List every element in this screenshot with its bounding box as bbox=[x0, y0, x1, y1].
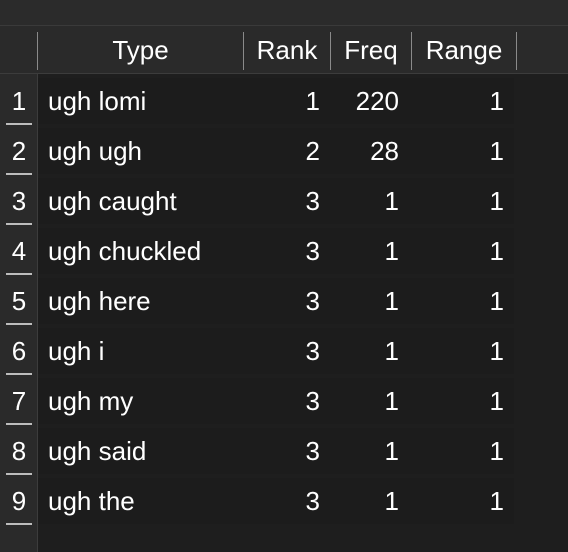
table-row[interactable]: 7 ugh my 3 1 1 bbox=[0, 376, 568, 426]
table-row[interactable]: 2 ugh ugh 2 28 1 bbox=[0, 126, 568, 176]
cell-range[interactable]: 1 bbox=[412, 276, 504, 326]
cell-freq[interactable]: 1 bbox=[331, 376, 399, 426]
cell-freq[interactable]: 1 bbox=[331, 176, 399, 226]
table-row[interactable]: 9 ugh the 3 1 1 bbox=[0, 476, 568, 526]
row-number: 1 bbox=[11, 86, 27, 116]
cell-rank[interactable]: 3 bbox=[244, 276, 320, 326]
table-row[interactable]: 3 ugh caught 3 1 1 bbox=[0, 176, 568, 226]
cell-range[interactable]: 1 bbox=[412, 326, 504, 376]
row-number: 8 bbox=[11, 436, 27, 466]
cell-type[interactable]: ugh ugh bbox=[48, 126, 243, 176]
cell-freq[interactable]: 28 bbox=[331, 126, 399, 176]
cell-rank[interactable]: 3 bbox=[244, 226, 320, 276]
row-number: 3 bbox=[11, 186, 27, 216]
cell-rank[interactable]: 3 bbox=[244, 476, 320, 526]
cell-rank[interactable]: 3 bbox=[244, 426, 320, 476]
cell-type[interactable]: ugh my bbox=[48, 376, 243, 426]
column-header-freq[interactable]: Freq bbox=[331, 26, 411, 74]
row-number: 5 bbox=[11, 286, 27, 316]
cell-type[interactable]: ugh chuckled bbox=[48, 226, 243, 276]
row-number: 7 bbox=[11, 386, 27, 416]
table-row[interactable]: 4 ugh chuckled 3 1 1 bbox=[0, 226, 568, 276]
cell-rank[interactable]: 2 bbox=[244, 126, 320, 176]
cell-type[interactable]: ugh here bbox=[48, 276, 243, 326]
cell-freq[interactable]: 1 bbox=[331, 276, 399, 326]
data-grid: Type Rank Freq Range 1 ugh lomi 1 220 1 … bbox=[0, 26, 568, 552]
cell-freq[interactable]: 1 bbox=[331, 326, 399, 376]
cell-type[interactable]: ugh lomi bbox=[48, 76, 243, 126]
cell-type[interactable]: ugh the bbox=[48, 476, 243, 526]
row-number: 4 bbox=[11, 236, 27, 266]
toolbar-strip bbox=[0, 0, 568, 26]
table-row[interactable]: 1 ugh lomi 1 220 1 bbox=[0, 76, 568, 126]
cell-rank[interactable]: 1 bbox=[244, 76, 320, 126]
cell-range[interactable]: 1 bbox=[412, 476, 504, 526]
table-row[interactable]: 5 ugh here 3 1 1 bbox=[0, 276, 568, 326]
cell-type[interactable]: ugh caught bbox=[48, 176, 243, 226]
column-header-type[interactable]: Type bbox=[38, 26, 243, 74]
cell-range[interactable]: 1 bbox=[412, 76, 504, 126]
column-header-range[interactable]: Range bbox=[412, 26, 516, 74]
table-row[interactable]: 6 ugh i 3 1 1 bbox=[0, 326, 568, 376]
row-number: 2 bbox=[11, 136, 27, 166]
cell-range[interactable]: 1 bbox=[412, 126, 504, 176]
grid-header: Type Rank Freq Range bbox=[0, 26, 568, 74]
column-header-rank[interactable]: Rank bbox=[244, 26, 330, 74]
cell-rank[interactable]: 3 bbox=[244, 326, 320, 376]
cell-freq[interactable]: 1 bbox=[331, 226, 399, 276]
cell-range[interactable]: 1 bbox=[412, 376, 504, 426]
cell-rank[interactable]: 3 bbox=[244, 176, 320, 226]
cell-type[interactable]: ugh i bbox=[48, 326, 243, 376]
cell-freq[interactable]: 1 bbox=[331, 426, 399, 476]
cell-freq[interactable]: 1 bbox=[331, 476, 399, 526]
cell-type[interactable]: ugh said bbox=[48, 426, 243, 476]
cell-range[interactable]: 1 bbox=[412, 226, 504, 276]
cell-range[interactable]: 1 bbox=[412, 426, 504, 476]
cell-freq[interactable]: 220 bbox=[331, 76, 399, 126]
cell-range[interactable]: 1 bbox=[412, 176, 504, 226]
cell-rank[interactable]: 3 bbox=[244, 376, 320, 426]
row-number: 6 bbox=[11, 336, 27, 366]
table-row[interactable]: 8 ugh said 3 1 1 bbox=[0, 426, 568, 476]
header-separator[interactable] bbox=[516, 32, 517, 70]
row-number: 9 bbox=[11, 486, 27, 516]
